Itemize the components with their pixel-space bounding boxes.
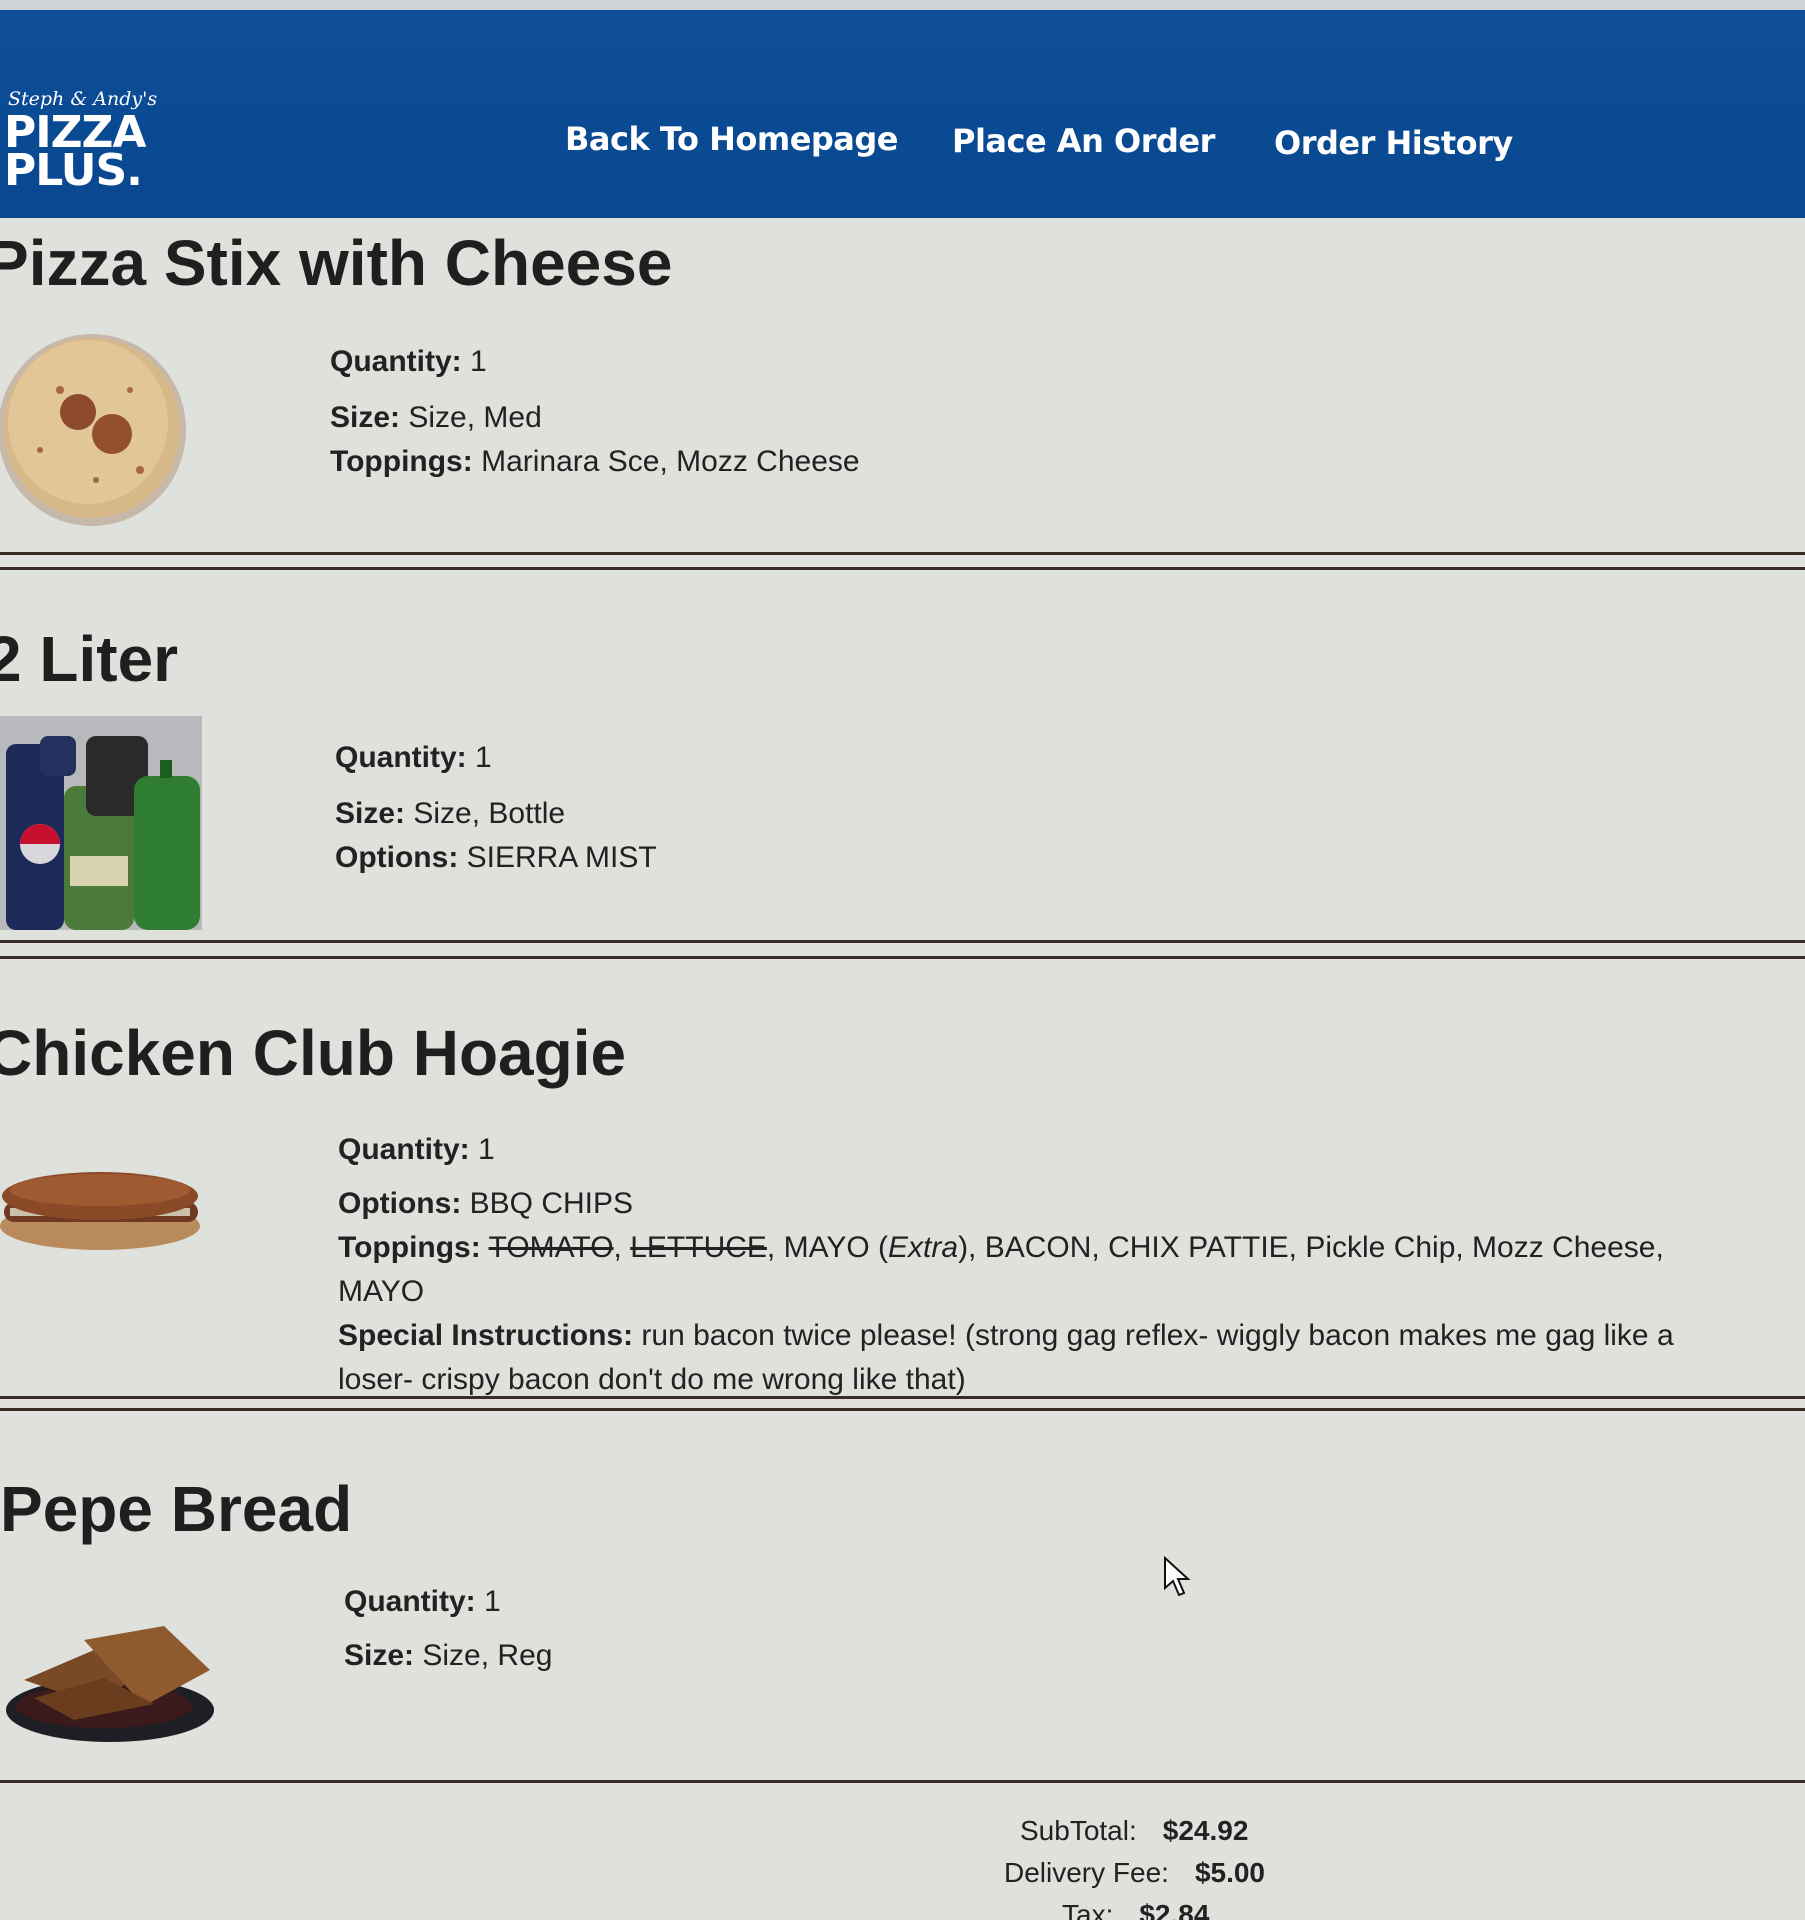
quantity-value: 1 <box>475 741 492 774</box>
pizza-stix-image <box>0 334 186 526</box>
item-divider <box>0 1780 1805 1783</box>
logo-line-plus: PLUS. <box>4 145 143 196</box>
pepe-bread-image <box>6 1626 214 1742</box>
quantity-label: Quantity: <box>330 345 462 378</box>
toppings-value: Marinara Sce, Mozz Cheese <box>481 445 860 478</box>
item-title: Pizza Stix with Cheese <box>0 227 673 299</box>
removed-topping-tomato: TOMATO <box>488 1231 614 1264</box>
subtotal-label: SubTotal: <box>1020 1815 1137 1846</box>
options-label: Options: <box>338 1187 462 1220</box>
tax-value: $2.84 <box>1139 1899 1210 1920</box>
nav-place-an-order[interactable]: Place An Order <box>952 122 1215 160</box>
item-details: Quantity: 1 Size: Size, Med Toppings: Ma… <box>330 340 860 484</box>
item-details: Quantity: 1 Options: BBQ CHIPS Toppings:… <box>338 1133 1674 1396</box>
item-title: Pepe Bread <box>0 1473 353 1545</box>
size-value: Size, Med <box>408 401 542 434</box>
options-label: Options: <box>335 841 459 874</box>
item-divider <box>0 1408 1805 1411</box>
toppings-label: Toppings: <box>330 445 473 478</box>
item-divider <box>0 1396 1805 1399</box>
item-title: Chicken Club Hoagie <box>0 1017 627 1089</box>
subtotal-value: $24.92 <box>1162 1815 1249 1846</box>
quantity-label: Quantity: <box>335 741 467 774</box>
item-divider <box>0 552 1805 555</box>
pizza-plus-logo[interactable]: Steph & Andy's PIZZA PLUS. <box>4 88 164 196</box>
quantity-label: Quantity: <box>338 1133 470 1166</box>
item-divider <box>0 940 1805 943</box>
quantity-value: 1 <box>470 345 487 378</box>
item-divider <box>0 567 1805 570</box>
options-value: SIERRA MIST <box>466 841 657 874</box>
item-details: Quantity: 1 Size: Size, Reg <box>344 1580 552 1678</box>
topping-mayo: MAYO <box>783 1231 870 1264</box>
soda-bottles-image <box>0 716 202 930</box>
size-value: Size, Bottle <box>413 797 566 830</box>
nav-order-history[interactable]: Order History <box>1274 124 1513 162</box>
quantity-label: Quantity: <box>344 1585 476 1618</box>
quantity-value: 1 <box>484 1585 501 1618</box>
tax-label: Tax: <box>1062 1899 1114 1920</box>
order-totals: SubTotal: $24.92 Delivery Fee: $5.00 Tax: $… <box>1004 1810 1265 1920</box>
size-value: Size, Reg <box>422 1639 553 1672</box>
delivery-fee-value: $5.00 <box>1194 1857 1266 1888</box>
size-label: Size: <box>330 401 401 434</box>
size-label: Size: <box>335 797 406 830</box>
delivery-fee-label: Delivery Fee: <box>1004 1857 1169 1888</box>
quantity-value: 1 <box>478 1133 495 1166</box>
order-item-pepe-bread: Pepe Bread Quantity: 1 Size: Size, Reg <box>0 1412 1805 1772</box>
nav-back-to-homepage[interactable]: Back To Homepage <box>565 120 899 158</box>
topping-extra-note: Extra <box>888 1231 959 1264</box>
size-label: Size: <box>344 1639 415 1672</box>
hoagie-image <box>0 1172 200 1250</box>
item-divider <box>0 956 1805 959</box>
order-item-2-liter: 2 Liter Quantity: 1 Size: Size, Bottle O… <box>0 572 1805 942</box>
order-item-pizza-stix: Pizza Stix with Cheese Quantity: 1 Size:… <box>0 218 1805 558</box>
toppings-label: Toppings: <box>338 1231 481 1264</box>
item-details: Quantity: 1 Size: Size, Bottle Options: … <box>335 736 657 880</box>
navbar: Steph & Andy's PIZZA PLUS. Back To Homep… <box>0 10 1805 218</box>
mouse-cursor-icon <box>1164 1556 1191 1597</box>
browser-top-strip <box>0 0 1805 10</box>
removed-topping-lettuce: LETTUCE <box>630 1231 767 1264</box>
item-title: 2 Liter <box>0 623 179 695</box>
special-instructions-label: Special Instructions: <box>338 1319 634 1352</box>
options-value: BBQ CHIPS <box>469 1187 634 1220</box>
order-item-chicken-club-hoagie: Chicken Club Hoagie Quantity: 1 Options:… <box>0 960 1805 1400</box>
